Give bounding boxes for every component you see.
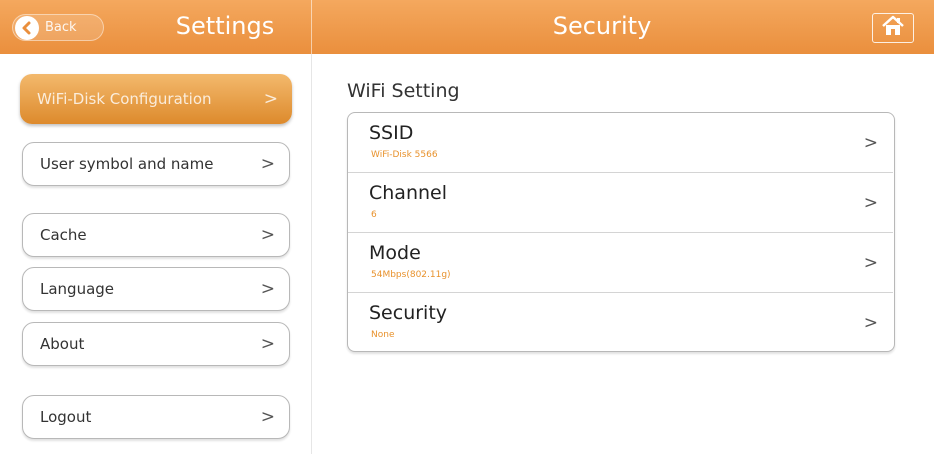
chevron-right-icon: > (260, 334, 275, 354)
chevron-right-icon: > (260, 154, 275, 174)
chevron-right-icon: > (863, 193, 878, 213)
sidebar-item-logout[interactable]: Logout > (22, 395, 290, 439)
chevron-right-icon: > (863, 133, 878, 153)
setting-label: SSID (369, 122, 414, 144)
sidebar-item-label: Cache (40, 226, 87, 244)
setting-label: Channel (369, 182, 448, 204)
chevron-right-icon: > (260, 225, 275, 245)
sidebar-item-user-symbol-and-name[interactable]: User symbol and name > (22, 142, 290, 186)
header-bar: Back Settings Security (0, 0, 934, 54)
sidebar-item-label: WiFi-Disk Configuration (37, 90, 212, 108)
setting-value: None (371, 330, 395, 340)
sidebar-item-language[interactable]: Language > (22, 267, 290, 311)
sidebar-item-about[interactable]: About > (22, 322, 290, 366)
setting-value: WiFi-Disk 5566 (371, 150, 438, 160)
sidebar-item-wifi-disk-configuration[interactable]: WiFi-Disk Configuration > (20, 74, 292, 124)
setting-row-channel[interactable]: Channel 6 > (348, 173, 893, 233)
home-icon (881, 15, 905, 41)
setting-row-security[interactable]: Security None > (348, 293, 893, 353)
chevron-right-icon: > (260, 407, 275, 427)
chevron-right-icon: > (260, 279, 275, 299)
setting-label: Mode (369, 242, 421, 264)
sidebar-item-label: Logout (40, 408, 92, 426)
chevron-right-icon: > (863, 253, 878, 273)
setting-value: 6 (371, 210, 377, 220)
page-title: Security (552, 12, 652, 40)
settings-title: Settings (175, 12, 275, 40)
chevron-right-icon: > (263, 89, 278, 109)
sidebar-item-label: Language (40, 280, 115, 298)
sidebar-item-label: User symbol and name (40, 155, 214, 173)
sidebar-item-label: About (40, 335, 85, 353)
back-button[interactable]: Back (12, 14, 104, 41)
back-label: Back (45, 20, 77, 35)
wifi-settings-list: SSID WiFi-Disk 5566 > Channel 6 > Mode 5… (347, 112, 895, 352)
setting-row-mode[interactable]: Mode 54Mbps(802.11g) > (348, 233, 893, 293)
home-button[interactable] (872, 13, 914, 43)
setting-label: Security (369, 302, 448, 324)
sidebar-divider (311, 54, 312, 454)
back-arrow-icon (15, 15, 39, 40)
chevron-right-icon: > (863, 313, 878, 333)
sidebar-item-cache[interactable]: Cache > (22, 213, 290, 257)
section-title: WiFi Setting (347, 80, 460, 102)
setting-row-ssid[interactable]: SSID WiFi-Disk 5566 > (348, 113, 893, 173)
setting-value: 54Mbps(802.11g) (371, 270, 451, 280)
